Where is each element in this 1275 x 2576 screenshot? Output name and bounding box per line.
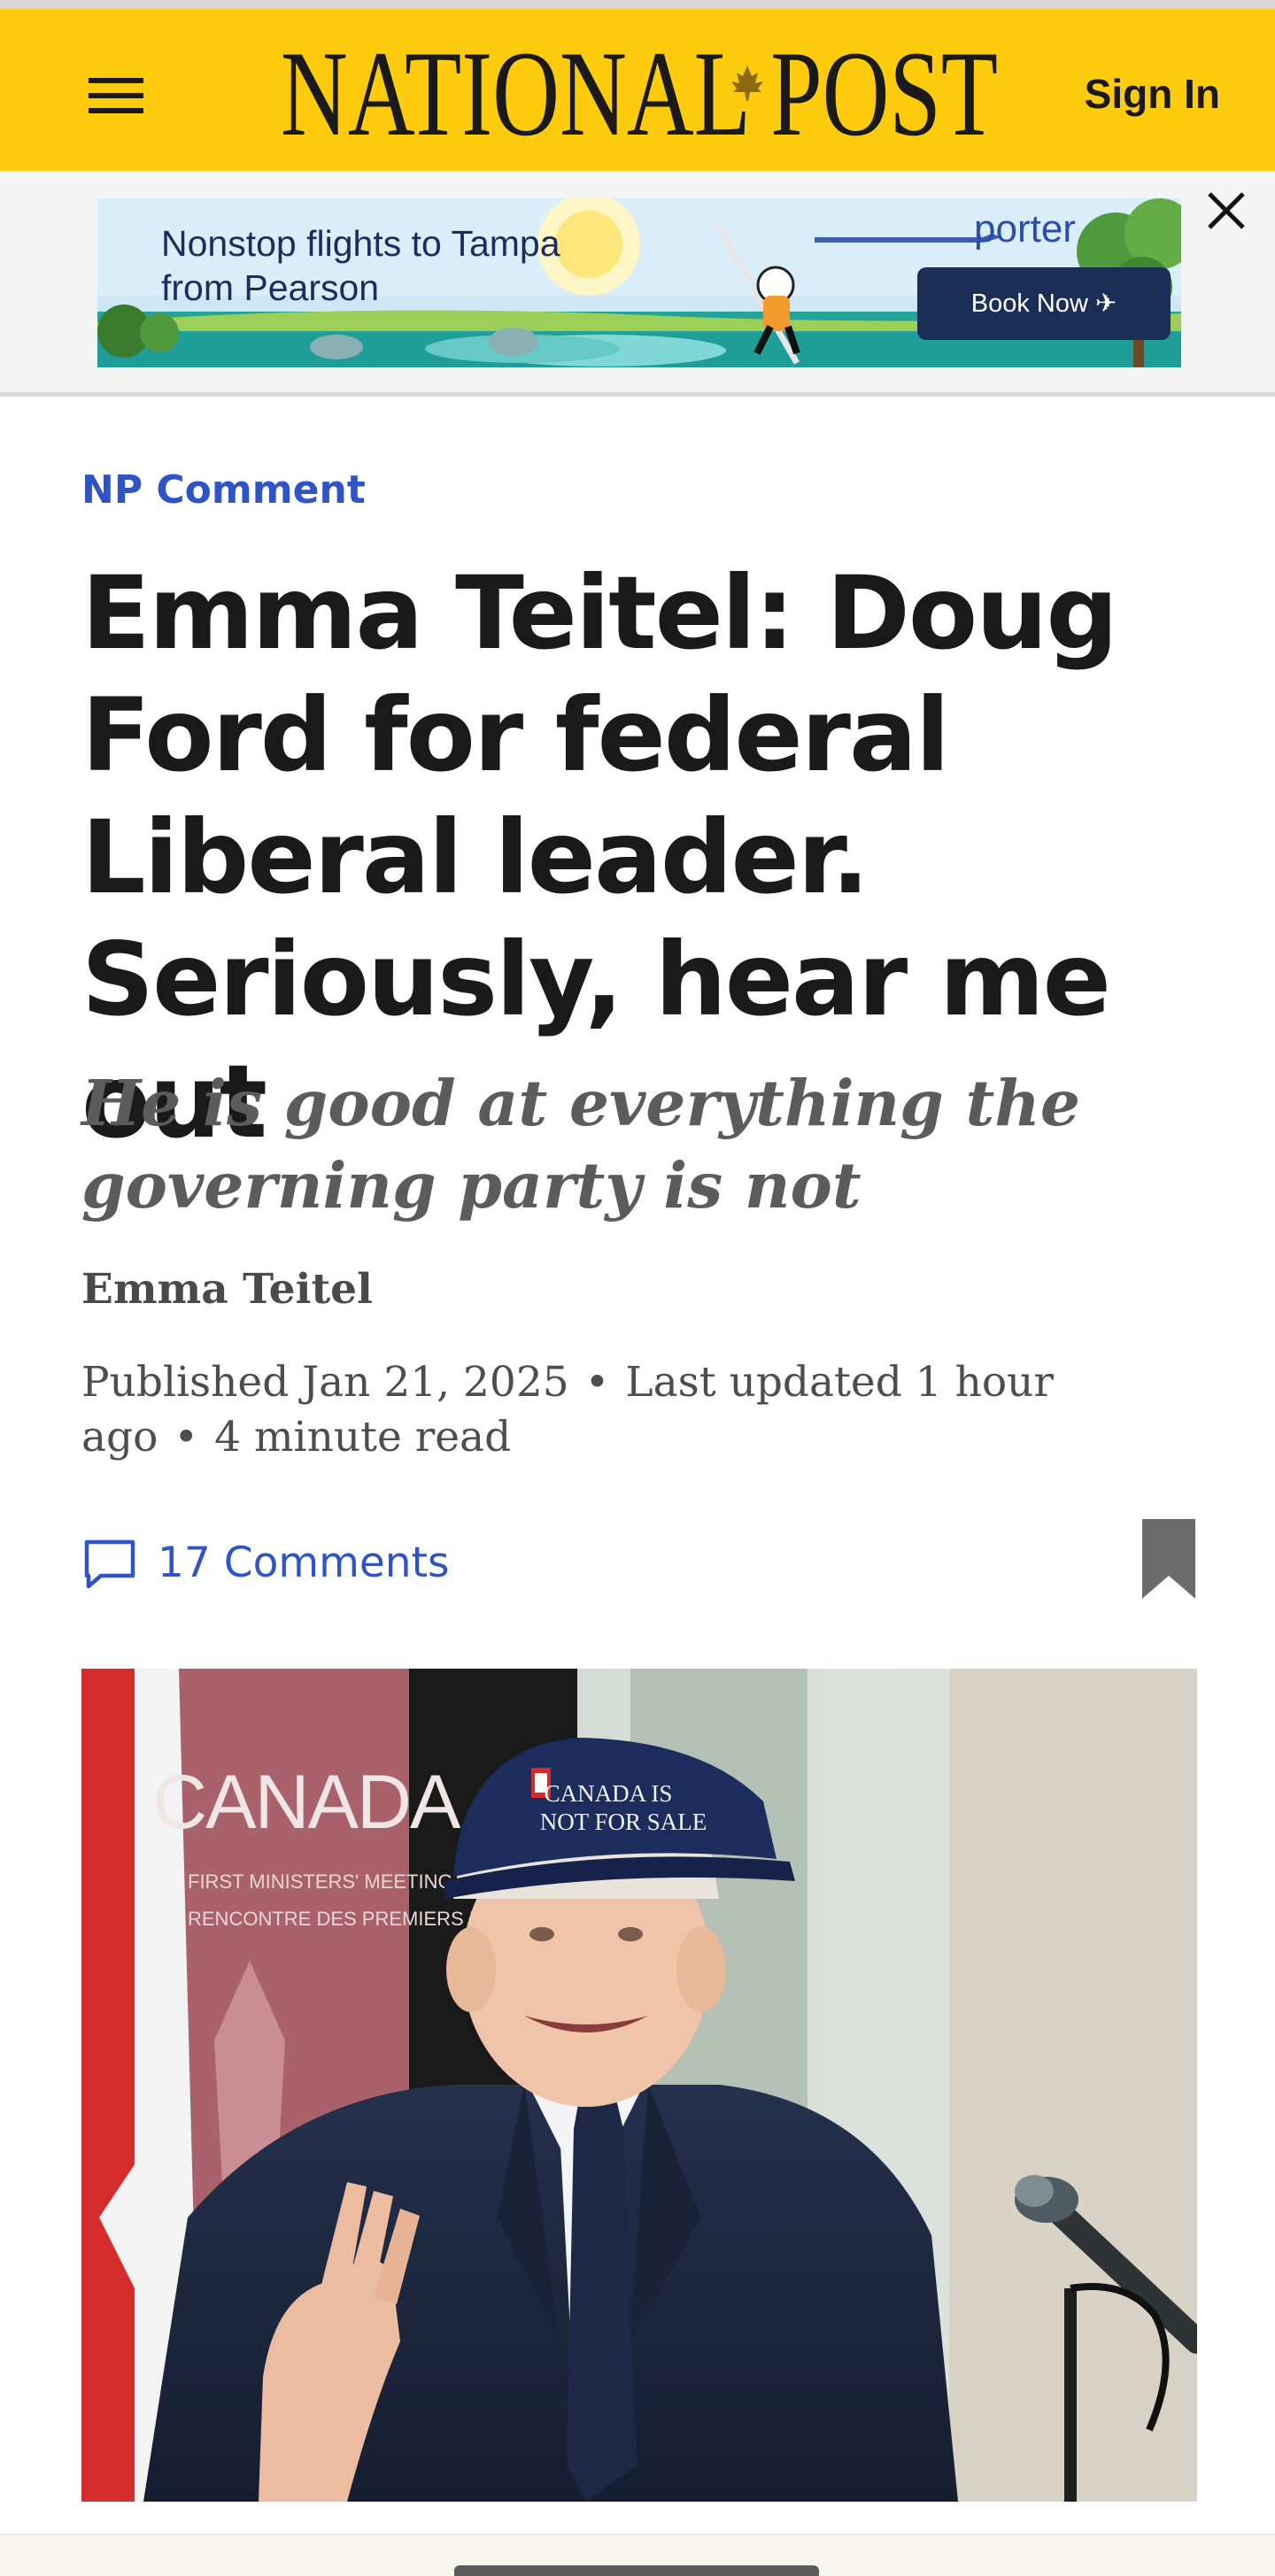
hero-image: CANADA FIRST MINISTERS' MEETING RENCONTR… xyxy=(81,1669,1197,2502)
article-author[interactable]: Emma Teitel xyxy=(81,1262,373,1317)
article-category-link[interactable]: NP Comment xyxy=(81,466,366,515)
comments-link[interactable]: 17 Comments xyxy=(81,1533,450,1593)
meta-separator: • xyxy=(174,1413,199,1462)
hat-text-line-1: CANADA IS xyxy=(545,1780,673,1807)
meta-separator: • xyxy=(584,1358,610,1407)
article-meta: Published Jan 21, 2025 • Last updated 1 ho… xyxy=(81,1355,1197,1465)
status-strip xyxy=(0,0,1275,9)
ad-container: Nonstop flights to Tampa from Pearson po… xyxy=(0,171,1275,397)
close-icon[interactable] xyxy=(1197,181,1256,240)
ad-headline: Nonstop flights to Tampa from Pearson xyxy=(161,223,560,308)
site-logo[interactable]: NATIONAL POST xyxy=(276,35,1002,150)
site-header: NATIONAL POST Sign In xyxy=(0,9,1275,171)
read-time: 4 minute read xyxy=(214,1413,512,1462)
ad-brand-logo: porter xyxy=(974,207,1076,251)
hat-text-line-2: NOT FOR SALE xyxy=(540,1809,707,1835)
scroll-handle[interactable] xyxy=(454,2565,819,2576)
article-subheadline: He is good at everything the governing p… xyxy=(81,1066,1081,1222)
backdrop-canada-text: CANADA xyxy=(152,1760,461,1845)
logo-text: NATIONAL POST xyxy=(281,35,998,150)
ad-book-now-button[interactable]: Book Now ✈ xyxy=(917,267,1171,340)
hamburger-menu-icon[interactable] xyxy=(76,60,156,131)
bookmark-icon[interactable] xyxy=(1140,1517,1197,1600)
comment-bubble-icon xyxy=(84,1539,135,1589)
published-date: Published Jan 21, 2025 xyxy=(81,1358,569,1407)
backdrop-subtext-1: FIRST MINISTERS' MEETING xyxy=(188,1870,453,1893)
sign-in-button[interactable]: Sign In xyxy=(1085,67,1220,120)
comments-count: 17 Comments xyxy=(158,1539,450,1587)
ad-banner[interactable]: Nonstop flights to Tampa from Pearson po… xyxy=(97,198,1181,367)
